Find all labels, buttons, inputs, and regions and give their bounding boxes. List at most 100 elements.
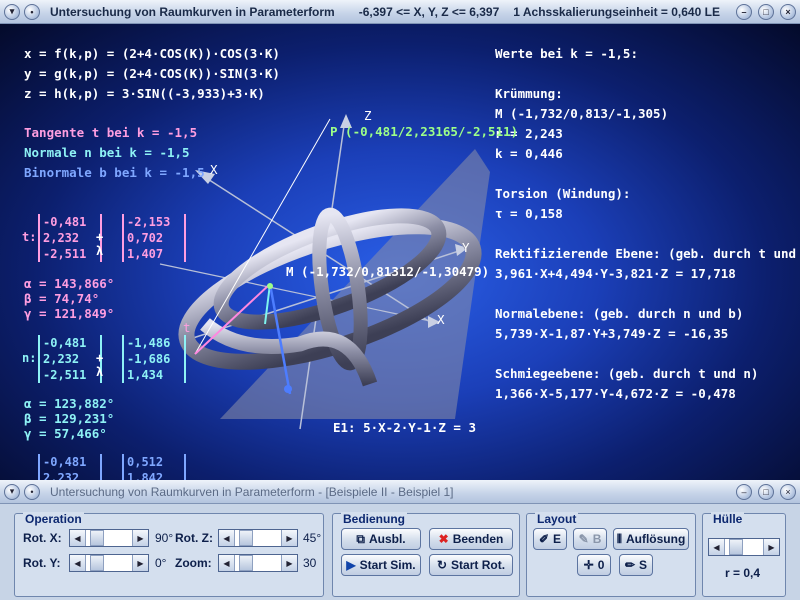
zoom-value: 30 (303, 556, 317, 570)
slider-thumb[interactable] (239, 530, 253, 546)
bedienung-title: Bedienung (341, 512, 407, 526)
arrow-right-icon[interactable]: ▶ (763, 539, 779, 555)
point-m (284, 385, 292, 393)
equation-z: z = h(k,p) = 3·SIN((-3,933)+3·K) (24, 86, 265, 101)
rot-x-value: 90° (155, 531, 174, 545)
start-rot-label: Start Rot. (451, 558, 506, 572)
window-title: Untersuchung von Raumkurven in Parameter… (50, 4, 335, 19)
window-pin-icon[interactable]: • (24, 3, 40, 20)
rectifying-plane-equation: 3,961·X+4,494·Y-3,821·Z = 17,718 (495, 266, 736, 281)
main-title-bar: ▾ • Untersuchung von Raumkurven in Param… (0, 0, 800, 24)
slider-thumb[interactable] (90, 555, 104, 571)
window-menu-icon[interactable]: ▾ (4, 3, 20, 20)
axis-label-z: Z (364, 108, 372, 123)
normal-plane-equation: 5,739·X-1,87·Y+3,749·Z = -16,35 (495, 326, 729, 341)
legend-normal: Normale n bei k = -1,5 (24, 145, 190, 160)
close-icon[interactable]: × (780, 3, 796, 20)
point-p (267, 283, 273, 289)
layout-e-button[interactable]: ✐ E (533, 528, 567, 550)
vector-value: 2,232 (43, 352, 80, 366)
play-icon: ▶ (346, 558, 356, 572)
control-title-bar: ▾ • Untersuchung von Raumkurven in Param… (0, 480, 800, 504)
binormal-base-vector: -0,481 2,232 (38, 454, 102, 480)
arrow-left-icon[interactable]: ◀ (219, 555, 235, 571)
huelle-group: Hülle ◀ ▶ r = 0,4 (702, 512, 786, 597)
axis-label-x-right: X (437, 312, 445, 327)
vector-value: 1,842 (127, 471, 164, 480)
tangent-axis-label: t (183, 320, 191, 335)
rot-z-value: 45° (303, 531, 322, 545)
arrow-left-icon[interactable]: ◀ (709, 539, 725, 555)
point-p-label: P (-0,481/2,23165/-2,511) (330, 124, 519, 139)
torsion-value: τ = 0,158 (495, 206, 563, 221)
minimize-icon[interactable]: – (736, 483, 752, 500)
values-header: Werte bei k = -1,5: (495, 46, 638, 61)
crosshair-icon: ✛ (583, 558, 594, 572)
aufloesung-button[interactable]: ⦀ Auflösung (613, 528, 689, 550)
vector-value: 0,702 (127, 231, 164, 245)
layout-s-label: S (639, 558, 648, 572)
huelle-title: Hülle (711, 512, 745, 526)
arrow-left-icon[interactable]: ◀ (70, 555, 86, 571)
slider-thumb[interactable] (90, 530, 104, 546)
layout-zero-button[interactable]: ✛ 0 (577, 554, 611, 576)
binormal-direction-vector: 0,512 1,842 (122, 454, 186, 480)
slider-thumb[interactable] (729, 539, 743, 555)
layout-b-button[interactable]: ✎ B (573, 528, 607, 550)
vector-value: -1,686 (127, 352, 171, 366)
slider-thumb[interactable] (239, 555, 253, 571)
close-icon[interactable]: × (780, 483, 796, 500)
control-panel: Operation Rot. X: ◀ ▶ 90° Rot. Y: ◀ ▶ 0°… (0, 505, 800, 600)
beenden-button[interactable]: ✖ Beenden (429, 528, 513, 550)
arrow-right-icon[interactable]: ▶ (132, 530, 148, 546)
huelle-slider[interactable]: ◀ ▶ (708, 538, 780, 556)
ausbl-label: Ausbl. (368, 532, 406, 546)
vector-value: -2,511 (43, 247, 87, 261)
rot-x-slider[interactable]: ◀ ▶ (69, 529, 149, 547)
ausbl-button[interactable]: ⧉ Ausbl. (341, 528, 421, 550)
start-sim-button[interactable]: ▶ Start Sim. (341, 554, 421, 576)
grid-icon: ⦀ (616, 531, 622, 546)
rot-z-slider[interactable]: ◀ ▶ (218, 529, 298, 547)
curvature-title: Krümmung: (495, 86, 563, 101)
vector-value: -1,486 (127, 336, 171, 350)
layout-e-label: E (553, 532, 562, 546)
tangent-beta: β = 74,74° (24, 291, 100, 306)
window-menu-icon[interactable]: ▾ (4, 483, 20, 500)
window-pin-icon[interactable]: • (24, 483, 40, 500)
tangent-direction-vector: -2,153 0,702 1,407 (122, 214, 186, 262)
vector-value: 1,407 (127, 247, 164, 261)
layout-s-button[interactable]: ✏ S (619, 554, 653, 576)
maximize-icon[interactable]: □ (758, 3, 774, 20)
vector-value: -0,481 (43, 455, 87, 469)
arrow-right-icon[interactable]: ▶ (132, 555, 148, 571)
normal-direction-vector: -1,486 -1,686 1,434 (122, 335, 186, 383)
arrow-right-icon[interactable]: ▶ (281, 555, 297, 571)
axis-label-y: Y (462, 240, 470, 255)
normal-plane-title: Normalebene: (geb. durch n und b) (495, 306, 744, 321)
minimize-icon[interactable]: – (736, 3, 752, 20)
normal-gamma: γ = 57,466° (24, 426, 107, 441)
control-window-title: Untersuchung von Raumkurven in Parameter… (50, 484, 454, 499)
normal-alpha: α = 123,882° (24, 396, 115, 411)
axis-label-x-left: X (210, 162, 218, 177)
rot-y-slider[interactable]: ◀ ▶ (69, 554, 149, 572)
layout-title: Layout (535, 512, 579, 526)
torsion-title: Torsion (Windung): (495, 186, 631, 201)
arrow-left-icon[interactable]: ◀ (219, 530, 235, 546)
arrow-right-icon[interactable]: ▶ (281, 530, 297, 546)
normal-beta: β = 129,231° (24, 411, 115, 426)
zoom-slider[interactable]: ◀ ▶ (218, 554, 298, 572)
start-rot-button[interactable]: ↻ Start Rot. (429, 554, 513, 576)
axis-range: -6,397 <= X, Y, Z <= 6,397 (358, 4, 500, 19)
tangent-operator: + λ (96, 230, 104, 258)
normal-operator: + λ (96, 351, 104, 379)
3d-viewport[interactable]: x = f(k,p) = (2+4·COS(K))·COS(3·K) y = g… (0, 24, 800, 480)
rot-y-value: 0° (155, 556, 167, 570)
rot-x-label: Rot. X: (23, 531, 62, 545)
rot-y-label: Rot. Y: (23, 556, 61, 570)
maximize-icon[interactable]: □ (758, 483, 774, 500)
arrow-left-icon[interactable]: ◀ (70, 530, 86, 546)
normal-base-vector: -0,481 2,232 -2,511 (38, 335, 102, 383)
vector-value: 2,232 (43, 231, 80, 245)
